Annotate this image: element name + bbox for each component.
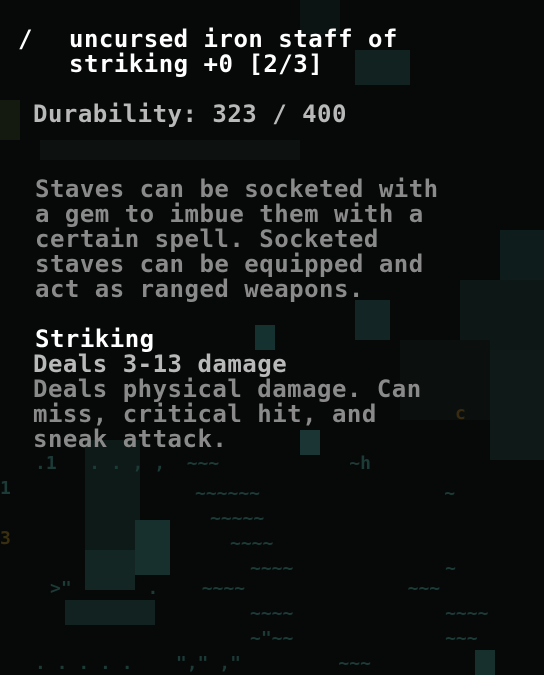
item-description-line: act as ranged weapons. xyxy=(35,275,364,303)
item-description-line: a gem to imbue them with a xyxy=(35,200,424,228)
item-info-panel: / uncursed iron staff of striking +0 [2/… xyxy=(0,0,544,675)
spell-detail-line: Deals physical damage. Can xyxy=(33,375,422,403)
item-description-line: staves can be equipped and xyxy=(35,250,424,278)
item-description-line: certain spell. Socketed xyxy=(35,225,379,253)
item-title-line-1: uncursed iron staff of xyxy=(69,25,398,53)
spell-name: Striking xyxy=(35,325,155,353)
item-title-line-2: striking +0 [2/3] xyxy=(69,50,324,78)
spell-detail-line: miss, critical hit, and xyxy=(33,400,377,428)
item-description-line: Staves can be socketed with xyxy=(35,175,439,203)
spell-damage: Deals 3-13 damage xyxy=(33,350,288,378)
spell-detail-line: sneak attack. xyxy=(33,425,228,453)
item-durability: Durability: 323 / 400 xyxy=(33,100,347,128)
item-glyph: / xyxy=(18,25,33,53)
